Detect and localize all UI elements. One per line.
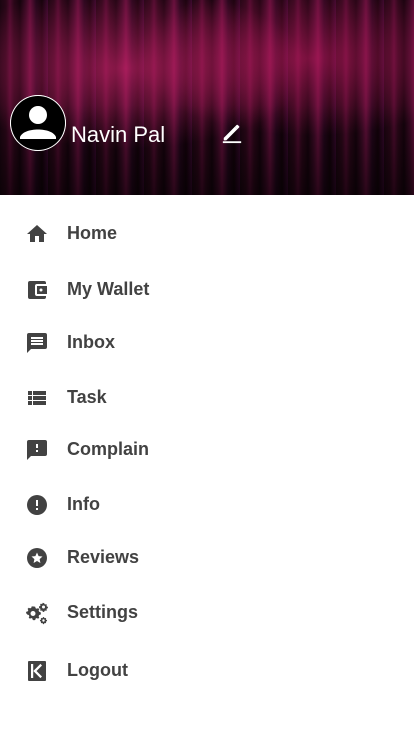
message-icon: [24, 331, 50, 355]
menu-item-reviews[interactable]: Reviews: [0, 534, 414, 582]
avatar[interactable]: [10, 95, 66, 151]
menu-item-label: My Wallet: [67, 279, 150, 299]
info-icon: [24, 493, 50, 517]
menu-item-home[interactable]: Home: [0, 210, 414, 258]
menu-item-label: Inbox: [67, 332, 115, 352]
menu-item-label: Settings: [67, 602, 139, 622]
menu-item-my-wallet[interactable]: My Wallet: [0, 266, 414, 314]
menu-item-label: Task: [67, 387, 107, 407]
gears-icon: [24, 601, 50, 625]
star-badge-icon: [24, 546, 50, 570]
list-icon: [24, 386, 50, 410]
logout-icon: [24, 659, 50, 683]
wallet-icon: [24, 278, 50, 302]
drawer-header: Navin Pal: [0, 0, 414, 195]
account-circle-icon: [10, 95, 66, 151]
feedback-icon: [24, 438, 50, 462]
menu-item-complain[interactable]: Complain: [0, 426, 414, 474]
menu-item-label: Logout: [67, 660, 128, 680]
menu-item-task[interactable]: Task: [0, 374, 414, 422]
menu-item-inbox[interactable]: Inbox: [0, 319, 414, 367]
menu-item-label: Info: [67, 494, 100, 514]
menu-item-label: Reviews: [67, 547, 140, 567]
home-icon: [24, 222, 50, 246]
menu-item-logout[interactable]: Logout: [0, 647, 414, 695]
user-name: Navin Pal: [71, 122, 166, 147]
menu-item-settings[interactable]: Settings: [0, 589, 414, 637]
edit-profile-button[interactable]: [219, 121, 245, 145]
menu-item-label: Complain: [67, 439, 150, 459]
edit-pencil-icon: [222, 124, 242, 144]
menu-item-info[interactable]: Info: [0, 481, 414, 529]
menu-item-label: Home: [67, 223, 118, 243]
